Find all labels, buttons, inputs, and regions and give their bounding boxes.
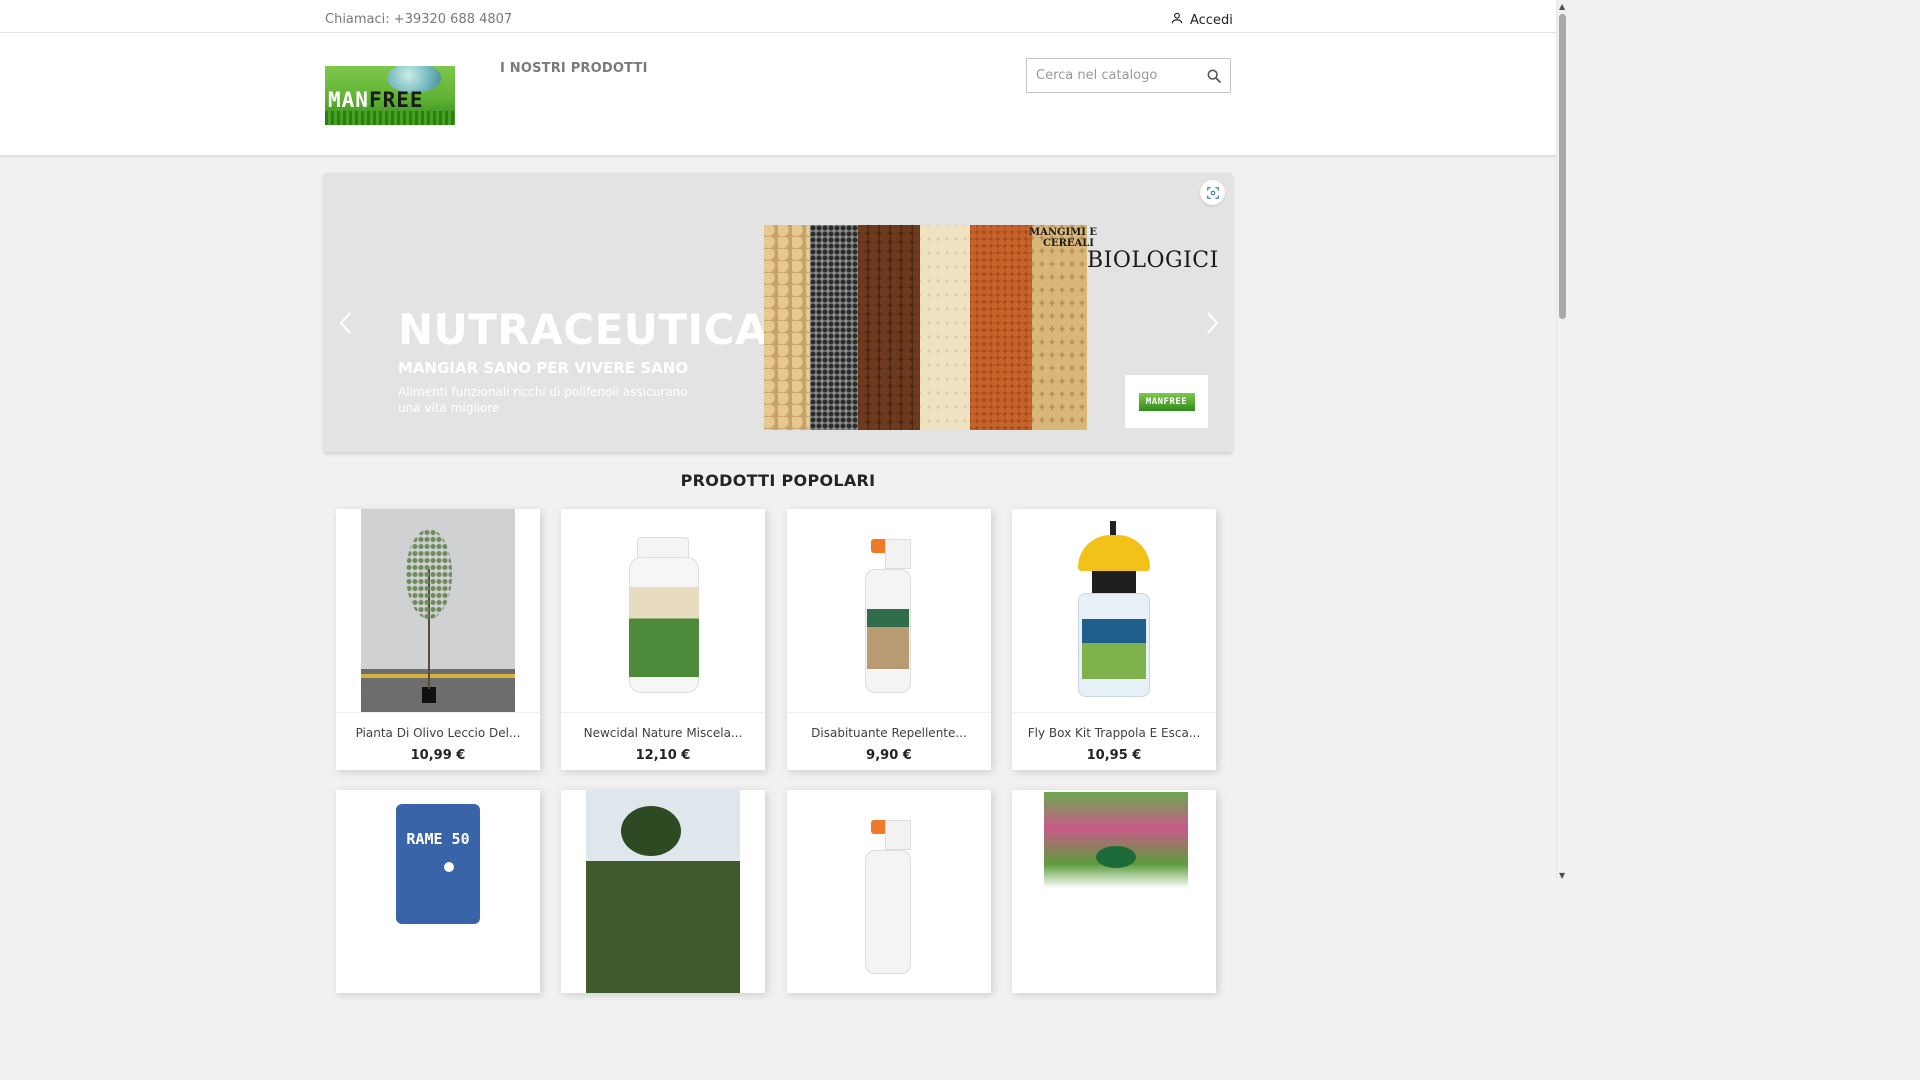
nav-our-products[interactable]: I NOSTRI PRODOTTI — [500, 61, 648, 76]
expand-icon[interactable] — [1200, 180, 1225, 205]
product-card[interactable]: Disabituante Repellente... 9,90 € — [787, 509, 991, 770]
product-name[interactable]: Fly Box Kit Trappola E Esca... — [1012, 713, 1216, 740]
product-image — [787, 790, 991, 993]
product-card[interactable] — [1012, 790, 1216, 993]
product-image — [561, 509, 765, 712]
product-image — [1012, 790, 1216, 993]
product-card[interactable] — [787, 790, 991, 993]
product-name[interactable]: Disabituante Repellente... — [787, 713, 991, 740]
page-scrollbar[interactable]: ▲ ▼ — [1556, 0, 1568, 882]
scroll-down-icon[interactable]: ▼ — [1559, 871, 1565, 880]
top-bar: Chiamaci: +39320 688 4807 Accedi — [0, 0, 1556, 33]
phone-contact: Chiamaci: +39320 688 4807 — [325, 12, 513, 27]
chevron-left-icon[interactable] — [336, 309, 356, 337]
search-box — [1026, 58, 1231, 93]
slide-subtitle: MANGIAR SANO PER VIVERE SANO — [398, 359, 689, 377]
search-input[interactable] — [1027, 59, 1197, 92]
section-title-popular: PRODOTTI POPOLARI — [680, 471, 876, 490]
hero-carousel: NUTRACEUTICA MANGIAR SANO PER VIVERE SAN… — [324, 173, 1232, 452]
product-name[interactable]: Pianta Di Olivo Leccio Del... — [336, 713, 540, 740]
login-label: Accedi — [1190, 12, 1233, 28]
product-price: 12,10 € — [635, 748, 691, 763]
user-icon — [1170, 11, 1184, 29]
product-card[interactable]: RAME 50 — [336, 790, 540, 993]
logo-grass — [325, 111, 455, 125]
login-link[interactable]: Accedi — [1170, 11, 1233, 29]
site-header: MANFREE I NOSTRI PRODOTTI — [0, 33, 1556, 155]
scrollbar-thumb[interactable] — [1559, 14, 1566, 319]
product-card[interactable]: Newcidal Nature Miscela... 12,10 € — [561, 509, 765, 770]
product-card[interactable]: Fly Box Kit Trappola E Esca... 10,95 € — [1012, 509, 1216, 770]
product-price: 10,99 € — [410, 748, 466, 763]
image-caption: MANGIMI E CEREALI BIOLOGICI — [1029, 227, 1219, 273]
logo-wordmark: MANFREE — [328, 88, 424, 112]
product-image-label: RAME 50 — [406, 830, 470, 848]
product-price: 10,95 € — [1086, 748, 1142, 763]
brand-badge: MANFREE — [1125, 375, 1208, 428]
product-card[interactable]: Pianta Di Olivo Leccio Del... 10,99 € — [336, 509, 540, 770]
product-image — [336, 509, 540, 712]
chevron-right-icon[interactable] — [1202, 309, 1222, 337]
product-card[interactable] — [561, 790, 765, 993]
product-image — [1012, 509, 1216, 712]
product-image: RAME 50 — [336, 790, 540, 993]
scroll-up-icon[interactable]: ▲ — [1559, 2, 1565, 11]
search-icon[interactable] — [1206, 68, 1222, 88]
site-logo[interactable]: MANFREE — [325, 66, 455, 125]
product-image — [787, 509, 991, 712]
slide-title: NUTRACEUTICA — [398, 305, 768, 354]
product-name[interactable]: Newcidal Nature Miscela... — [561, 713, 765, 740]
product-image — [561, 790, 765, 993]
slide-description: Alimenti funzionali ricchi di polifenoli… — [398, 385, 688, 415]
product-price: 9,90 € — [866, 748, 912, 763]
